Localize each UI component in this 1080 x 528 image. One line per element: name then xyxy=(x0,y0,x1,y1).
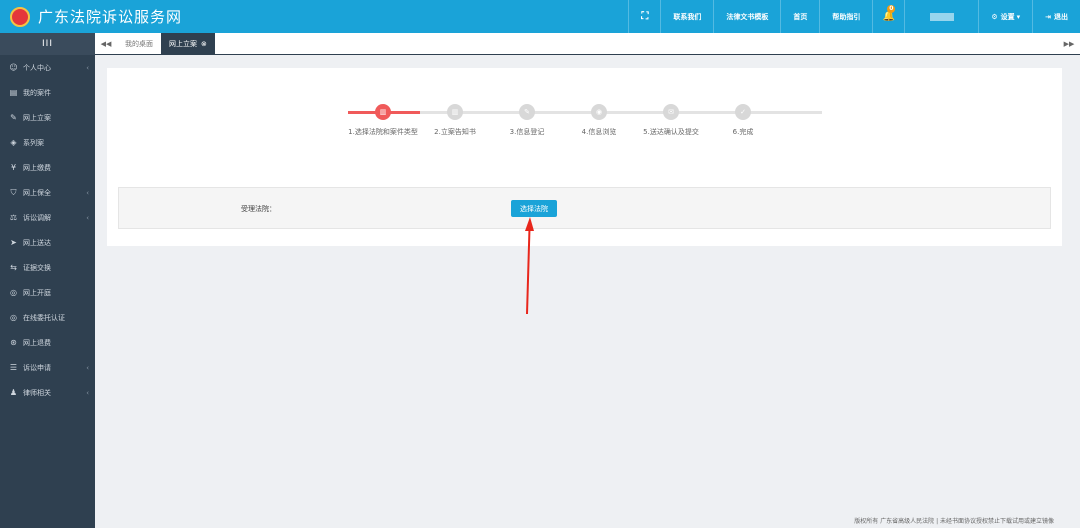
tab-close-icon[interactable]: ⊗ xyxy=(201,40,207,48)
tab-scroll-right-icon[interactable]: ▶▶ xyxy=(1058,40,1080,48)
tab-online-filing[interactable]: 网上立案 ⊗ xyxy=(161,32,215,55)
sidebar-item-label: 系列案 xyxy=(23,138,44,147)
logout-button[interactable]: ⇥ 退出 xyxy=(1032,0,1080,33)
court-selection-row: 受理法院： 选择法院 xyxy=(118,187,1051,229)
sidebar-item-label: 网上保全 xyxy=(23,188,51,197)
sidebar-item[interactable]: ☰ 诉讼申请 ‹ xyxy=(0,355,95,380)
yuan-icon: ¥ xyxy=(10,163,17,172)
sidebar-item[interactable]: ⛉ 网上保全 ‹ xyxy=(0,180,95,205)
chevron-left-icon: ‹ xyxy=(86,363,89,372)
sidebar-item-label: 在线委托认证 xyxy=(23,313,65,322)
court-label: 受理法院： xyxy=(241,205,276,213)
user-circle-icon: ☺ xyxy=(9,63,18,72)
sidebar-menu: ☺ 个人中心 ‹ ▤ 我的案件 ✎ 网上立案 ◈ 系列案 ¥ 网上缴费 ⛉ 网上保全 ‹ ⚖ 诉讼调解 ‹ ➤ 网上… xyxy=(0,55,95,405)
handshake-icon: ⚖ xyxy=(9,213,18,222)
globe-icon: ◎ xyxy=(10,313,17,322)
sidebar-item-label: 网上开庭 xyxy=(23,288,51,297)
sidebar-item-label: 诉讼申请 xyxy=(23,363,51,372)
notification-button[interactable]: 🔔 0 xyxy=(872,0,904,33)
sidebar-item[interactable]: ☺ 个人中心 ‹ xyxy=(0,55,95,80)
layers-icon: ◈ xyxy=(10,138,17,147)
lawyer-icon: ♟ xyxy=(9,388,18,397)
logout-icon: ⇥ xyxy=(1045,12,1051,21)
sidebar-item-label: 律师相关 xyxy=(23,388,51,397)
chevron-left-icon: ‹ xyxy=(86,213,89,222)
filing-card: ▥ 1.选择法院和案件类型 ▥ 2.立案告知书 ✎ 3.信息登记 ◉ 4.信息浏览 ✉ 5.送达确… xyxy=(107,68,1062,246)
step-dot-icon: ✓ xyxy=(735,104,751,120)
tab-scroll-left-icon[interactable]: ◀◀ xyxy=(95,40,117,48)
sidebar-item-label: 网上立案 xyxy=(23,113,51,122)
send-icon: ➤ xyxy=(10,238,17,247)
sidebar-item[interactable]: ◎ 在线委托认证 xyxy=(0,305,95,330)
sidebar-item[interactable]: ◈ 系列案 xyxy=(0,130,95,155)
tab-bar: ◀◀ 我的桌面 网上立案 ⊗ ▶▶ xyxy=(95,32,1080,55)
tab-my-desktop[interactable]: 我的桌面 xyxy=(117,33,161,55)
sidebar-item-label: 诉讼调解 xyxy=(23,213,51,222)
chevron-left-icon: ‹ xyxy=(86,188,89,197)
sidebar-item-label: 我的案件 xyxy=(23,88,51,97)
sidebar-item-label: 网上送达 xyxy=(23,238,51,247)
caret-down-icon: ▾ xyxy=(1016,12,1021,21)
top-nav: ⛶ 联系我们 法律文书模板 首页 帮助指引 🔔 0 ⚙ 设置 ▾ ⇥ 退出 xyxy=(628,0,1080,33)
user-name-redacted xyxy=(929,12,954,21)
sidebar-item-label: 网上缴费 xyxy=(23,163,51,172)
step-dot-icon: ✉ xyxy=(663,104,679,120)
nav-contact-us[interactable]: 联系我们 xyxy=(660,0,713,33)
tab-label: 我的桌面 xyxy=(125,39,153,48)
gear-icon: ⚙ xyxy=(991,12,998,21)
step-dot-icon: ✎ xyxy=(519,104,535,120)
step-dot-icon: ▥ xyxy=(375,104,391,120)
list-icon: ☰ xyxy=(9,363,18,372)
sidebar-item[interactable]: ✎ 网上立案 xyxy=(0,105,95,130)
sidebar-item[interactable]: ◎ 网上开庭 xyxy=(0,280,95,305)
step-item: ✓ 6.完成 xyxy=(698,104,788,137)
chevron-left-icon: ‹ xyxy=(86,388,89,397)
step-dot-icon: ◉ xyxy=(591,104,607,120)
settings-label: 设置 xyxy=(1000,12,1015,21)
chevron-left-icon: ‹ xyxy=(86,63,89,72)
footer-copyright: 版权所有 广东省高级人民法院 | 未经书面协议授权禁止下载试用或建立镜像 xyxy=(854,518,1054,525)
top-bar: 广东法院诉讼服务网 ⛶ 联系我们 法律文书模板 首页 帮助指引 🔔 0 ⚙ 设置… xyxy=(0,0,1080,33)
sidebar-item[interactable]: ♟ 律师相关 ‹ xyxy=(0,380,95,405)
nav-home[interactable]: 首页 xyxy=(780,0,819,33)
sidebar-item-label: 网上退费 xyxy=(23,338,51,347)
fullscreen-icon[interactable]: ⛶ xyxy=(628,0,660,33)
step-dot-icon: ▥ xyxy=(447,104,463,120)
settings-menu[interactable]: ⚙ 设置 ▾ xyxy=(978,0,1032,33)
sidebar-toggle[interactable]: III xyxy=(0,33,95,55)
sidebar-item[interactable]: ¥ 网上缴费 xyxy=(0,155,95,180)
sidebar-item[interactable]: ⚖ 诉讼调解 ‹ xyxy=(0,205,95,230)
document-icon: ▤ xyxy=(9,88,18,97)
user-menu[interactable] xyxy=(904,0,978,33)
sidebar-item-label: 个人中心 xyxy=(23,63,51,72)
sidebar-item[interactable]: ▤ 我的案件 xyxy=(0,80,95,105)
select-court-button[interactable]: 选择法院 xyxy=(511,200,557,217)
court-emblem-logo xyxy=(10,6,30,27)
refund-icon: ⊛ xyxy=(10,338,17,347)
sidebar-item-label: 证据交换 xyxy=(23,263,51,272)
site-title: 广东法院诉讼服务网 xyxy=(38,8,183,26)
step-label: 6.完成 xyxy=(732,128,754,136)
sidebar-item[interactable]: ⇆ 证据交换 xyxy=(0,255,95,280)
logout-label: 退出 xyxy=(1054,12,1068,21)
sidebar: III ☺ 个人中心 ‹ ▤ 我的案件 ✎ 网上立案 ◈ 系列案 ¥ 网上缴费 ⛉ 网上保全 ‹ ⚖ 诉讼调解… xyxy=(0,33,95,528)
nav-legal-templates[interactable]: 法律文书模板 xyxy=(713,0,780,33)
edit-icon: ✎ xyxy=(10,113,17,122)
sidebar-item[interactable]: ⊛ 网上退费 xyxy=(0,330,95,355)
sidebar-item[interactable]: ➤ 网上送达 xyxy=(0,230,95,255)
shield-icon: ⛉ xyxy=(10,187,17,197)
tab-label: 网上立案 xyxy=(169,39,197,48)
globe-icon: ◎ xyxy=(10,288,17,297)
exchange-icon: ⇆ xyxy=(10,263,17,272)
nav-help[interactable]: 帮助指引 xyxy=(819,0,872,33)
